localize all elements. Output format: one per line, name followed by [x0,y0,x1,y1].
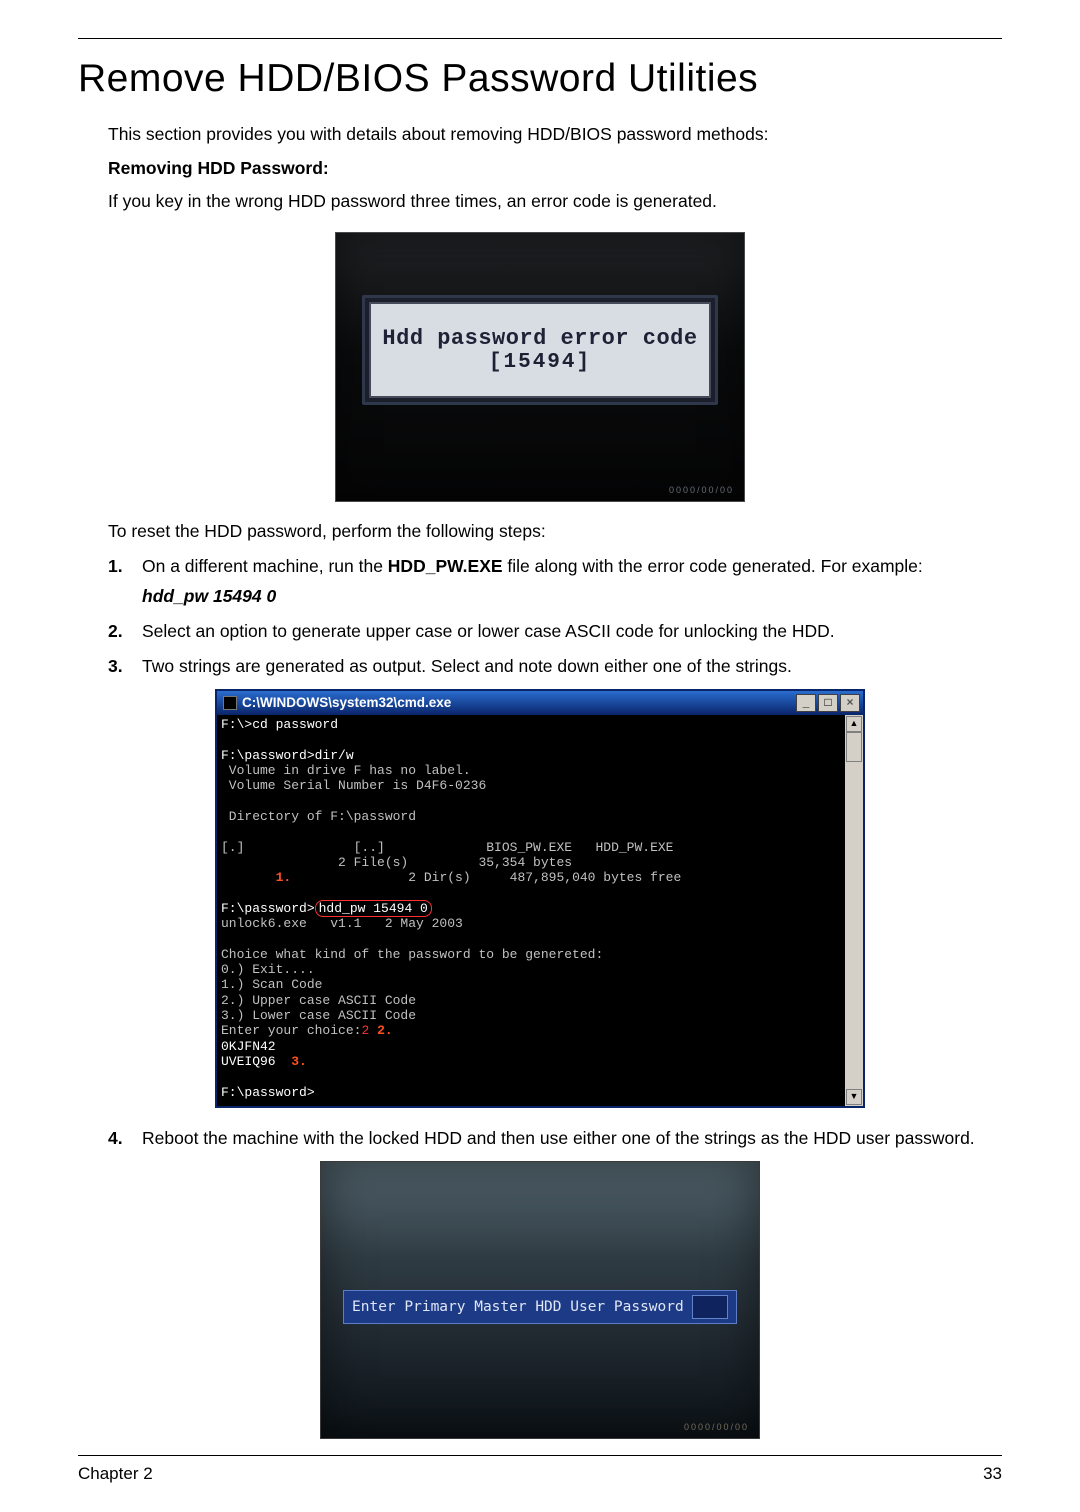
scroll-thumb[interactable] [846,732,862,762]
figure-hdd-error: Hdd password error code [15494] 0000/00/… [335,232,745,502]
user-choice: 2 [361,1023,369,1038]
term-prompt: F:\password> [221,901,315,916]
scroll-down-button[interactable]: ▼ [846,1089,862,1105]
step-2-text: Select an option to generate upper case … [142,619,1002,644]
subheading: Removing HDD Password: [108,157,1002,181]
footer-page-number: 33 [983,1464,1002,1484]
term-line: Volume Serial Number is D4F6-0236 [221,778,486,793]
step-1-text-post: file along with the error code generated… [503,556,923,576]
term-line: 0.) Exit.... [221,962,315,977]
close-button[interactable]: × [840,694,860,712]
figure-enter-hdd-password: Enter Primary Master HDD User Password 0… [320,1161,760,1439]
error-code: [15494] [489,351,591,374]
cmd-icon [223,696,237,710]
cmd-scrollbar[interactable]: ▲ ▼ [845,715,863,1106]
minimize-button[interactable]: _ [796,694,816,712]
cmd-title: C:\WINDOWS\system32\cmd.exe [242,695,451,710]
top-rule [78,38,1002,39]
bottom-rule [78,1455,1002,1456]
step-number: 3. [108,654,142,679]
term-line: 3.) Lower case ASCII Code [221,1008,416,1023]
output-string-1: 0KJFN42 [221,1039,276,1054]
scroll-up-button[interactable]: ▲ [846,716,862,732]
term-prompt: F:\password> [221,1085,315,1100]
callout-2: 2. [377,1023,393,1038]
reset-intro: To reset the HDD password, perform the f… [108,520,1002,544]
term-line: Volume in drive F has no label. [221,763,471,778]
term-line: 2 Dir(s) 487,895,040 bytes free [291,870,681,885]
cmd-titlebar: C:\WINDOWS\system32\cmd.exe _ □ × [217,691,863,715]
step-number: 4. [108,1126,142,1151]
term-line: Directory of F:\password [221,809,416,824]
term-line: Choice what kind of the password to be g… [221,947,603,962]
output-string-2: UVEIQ96 [221,1054,276,1069]
step-3: 3. Two strings are generated as output. … [108,654,1002,679]
step-3-text: Two strings are generated as output. Sel… [142,654,1002,679]
step-2: 2. Select an option to generate upper ca… [108,619,1002,644]
term-line: unlock6.exe v1.1 2 May 2003 [221,916,463,931]
term-line: 1.) Scan Code [221,977,322,992]
hdd-password-prompt: Enter Primary Master HDD User Password [352,1299,684,1315]
cmd-terminal: F:\>cd password F:\password>dir/w Volume… [217,715,845,1106]
step-number: 2. [108,619,142,644]
figure-cmd-window: C:\WINDOWS\system32\cmd.exe _ □ × F:\>cd… [215,689,865,1108]
term-line: F:\password>dir/w [221,748,354,763]
figure1-watermark: 0000/00/00 [669,485,734,495]
maximize-button[interactable]: □ [818,694,838,712]
hdd-password-input[interactable] [692,1295,728,1319]
step-1-bold: HDD_PW.EXE [388,556,503,576]
step-1-command: hdd_pw 15494 0 [142,584,1002,609]
step-4-text: Reboot the machine with the locked HDD a… [142,1126,1002,1151]
term-line: F:\>cd password [221,717,338,732]
step-4: 4. Reboot the machine with the locked HD… [108,1126,1002,1151]
term-line: [.] [..] BIOS_PW.EXE HDD_PW.EXE [221,840,673,855]
term-line: 2.) Upper case ASCII Code [221,993,416,1008]
step-1-text-pre: On a different machine, run the [142,556,388,576]
callout-3: 3. [291,1054,307,1069]
intro-paragraph: This section provides you with details a… [108,123,1002,147]
error-line-1: Hdd password error code [382,326,697,351]
step-1: 1. On a different machine, run the HDD_P… [108,554,1002,610]
step-number: 1. [108,554,142,610]
footer-chapter: Chapter 2 [78,1464,153,1484]
term-line: Enter your choice: [221,1023,361,1038]
term-line: 2 File(s) 35,354 bytes [221,855,572,870]
page-title: Remove HDD/BIOS Password Utilities [78,57,1002,101]
callout-1: 1. [276,870,292,885]
error-intro: If you key in the wrong HDD password thr… [108,190,1002,214]
highlighted-command: hdd_pw 15494 0 [315,900,432,917]
figure3-watermark: 0000/00/00 [684,1422,749,1432]
